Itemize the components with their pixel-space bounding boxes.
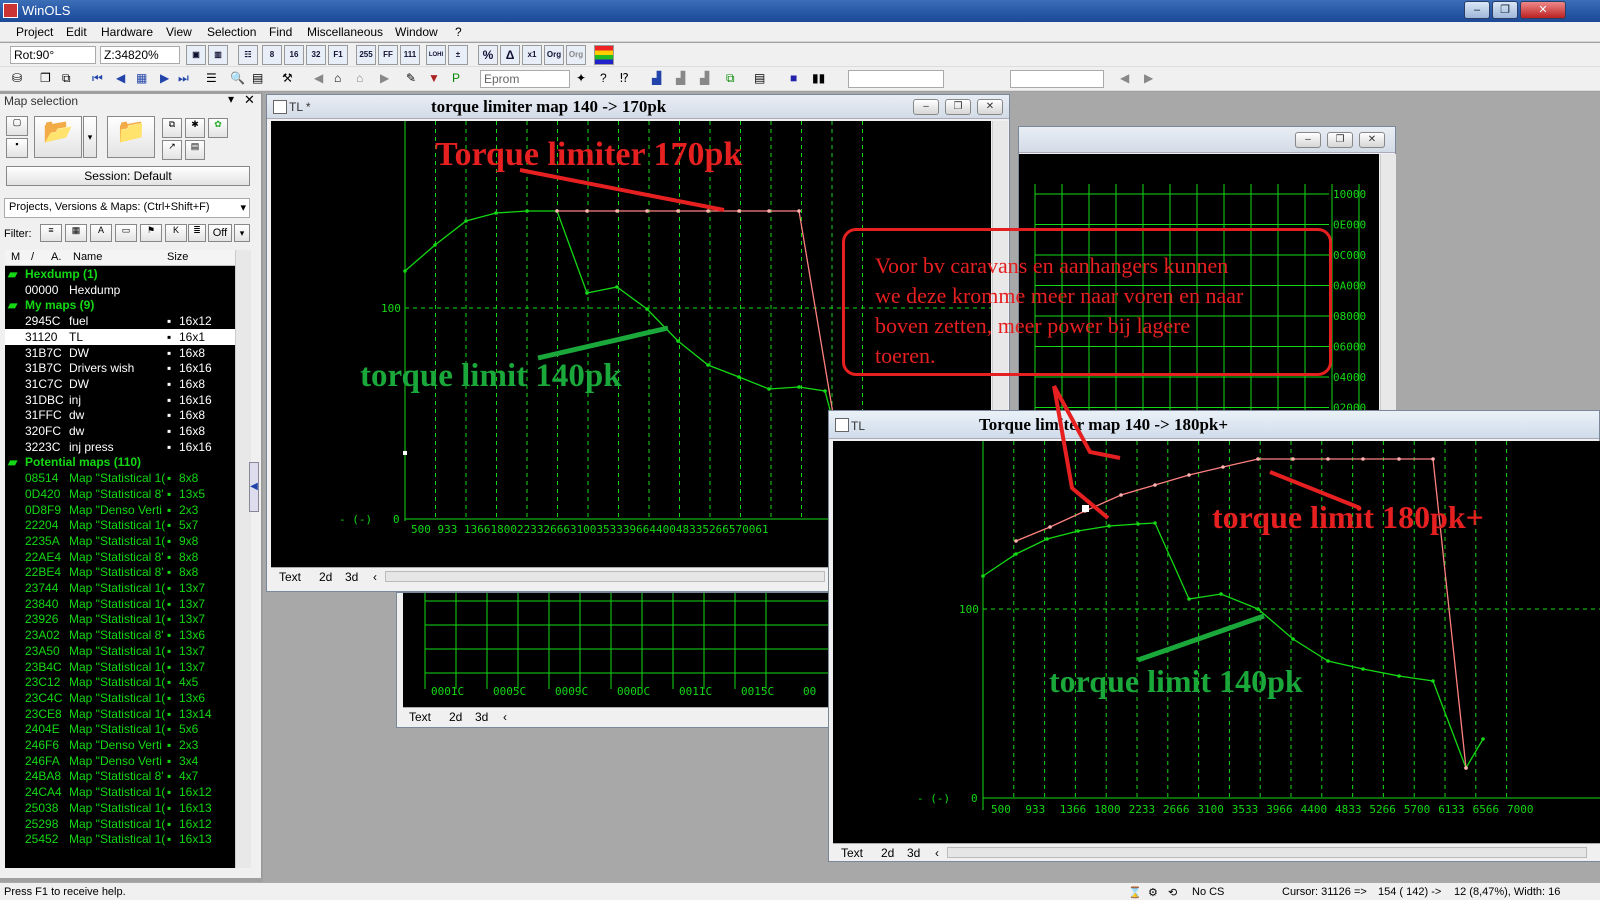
annotation-170pk: Torque limiter 170pk: [435, 136, 742, 173]
status-width: 12 (8,47%), Width: 16: [1454, 886, 1561, 898]
status-position: 154 ( 142) ->: [1378, 886, 1442, 898]
annotation-overlay: Torque limiter 170pk torque limit 140pk to…: [360, 136, 1484, 699]
status-bar: Press F1 to receive help. ⌛ ⚙ ⟲ No CS Cu…: [0, 882, 1600, 900]
status-gear-icon: ⚙: [1148, 887, 1158, 899]
arrow-140pk-2: [1137, 613, 1265, 663]
status-checksum: No CS: [1192, 886, 1225, 898]
status-icon-1: ⌛: [1128, 887, 1142, 899]
status-help: Press F1 to receive help.: [4, 886, 126, 898]
status-link-icon: ⟲: [1168, 887, 1178, 899]
annotation-140pk-1: torque limit 140pk: [360, 358, 622, 394]
arrow-170pk: [519, 168, 725, 212]
status-cursor: Cursor: 31126 =>: [1282, 886, 1367, 898]
annotation-140pk-2: torque limit 140pk: [1049, 663, 1303, 699]
arrow-140pk-1: [537, 325, 669, 361]
